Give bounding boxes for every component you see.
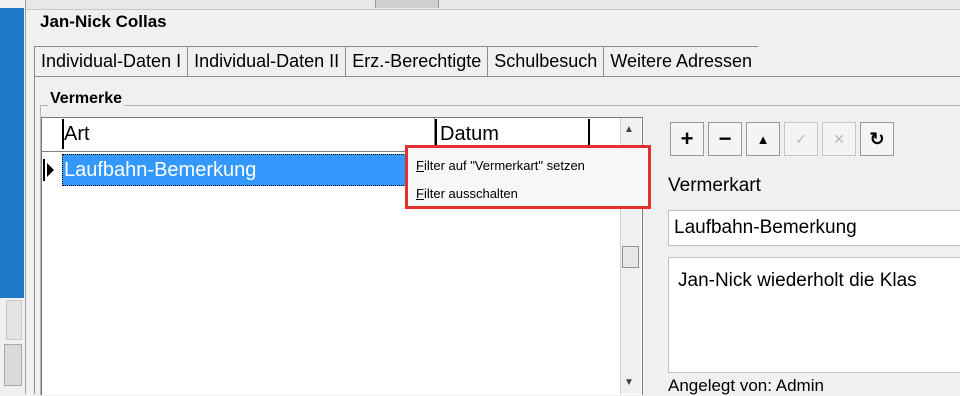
cancel-button[interactable]: ✕ [822,122,856,156]
memo-text[interactable]: Jan-Nick wiederholt die Klas [678,270,917,292]
menu-item-label: ilter auf "Vermerkart" setzen [423,158,585,173]
left-panel-button[interactable] [4,344,22,386]
vermerkart-label: Vermerkart [668,175,761,196]
add-button[interactable]: + [670,122,704,156]
panel-border [34,76,35,394]
tab-bar: Individual-Daten I Individual-Daten II E… [34,46,759,77]
confirm-button[interactable]: ✓ [784,122,818,156]
refresh-button[interactable]: ↻ [860,122,894,156]
cell-art[interactable]: Laufbahn-Bemerkung [64,159,256,182]
plus-icon: + [680,126,694,151]
scroll-down-icon[interactable]: ▼ [624,377,634,388]
left-navigation-bar[interactable] [0,8,24,298]
delete-button[interactable]: − [708,122,742,156]
tab-schulbesuch[interactable]: Schulbesuch [487,46,604,77]
top-toolbar-strip [26,0,960,10]
menu-item-filter-ausschalten[interactable]: Filter ausschalten [416,186,518,201]
column-header-art-cell[interactable] [42,118,435,152]
move-up-button[interactable]: ▲ [746,122,780,156]
person-name: Jan-Nick Collas [40,12,167,31]
scroll-up-icon[interactable]: ▲ [624,124,634,135]
menu-accelerator: F [416,186,424,201]
row-pointer-icon [43,159,54,181]
vermerkart-value[interactable]: Laufbahn-Bemerkung [674,217,857,239]
triangle-up-icon: ▲ [756,131,770,147]
created-by-label: Angelegt von: Admin [668,376,824,395]
column-header-art[interactable]: Art [64,123,90,146]
menu-item-label: ilter ausschalten [423,186,518,201]
x-icon: ✕ [833,130,845,147]
tab-individual-daten-2[interactable]: Individual-Daten II [187,46,346,77]
top-toolbar-tab[interactable] [375,0,439,8]
tab-weitere-adressen[interactable]: Weitere Adressen [603,46,759,77]
scroll-thumb[interactable] [622,246,639,268]
refresh-icon: ↻ [869,128,885,149]
column-header-datum[interactable]: Datum [440,123,499,146]
tab-divider [34,76,960,77]
tab-erz-berechtigte[interactable]: Erz.-Berechtigte [345,46,488,77]
context-menu: Filter auf "Vermerkart" setzen Filter au… [405,145,651,209]
left-panel-button[interactable] [6,300,22,340]
check-icon: ✓ [795,130,807,147]
tab-individual-daten-1[interactable]: Individual-Daten I [34,46,188,77]
menu-accelerator: F [416,158,424,173]
menu-item-filter-setzen[interactable]: Filter auf "Vermerkart" setzen [416,158,585,173]
minus-icon: − [718,126,732,151]
section-title: Vermerke [48,90,125,108]
